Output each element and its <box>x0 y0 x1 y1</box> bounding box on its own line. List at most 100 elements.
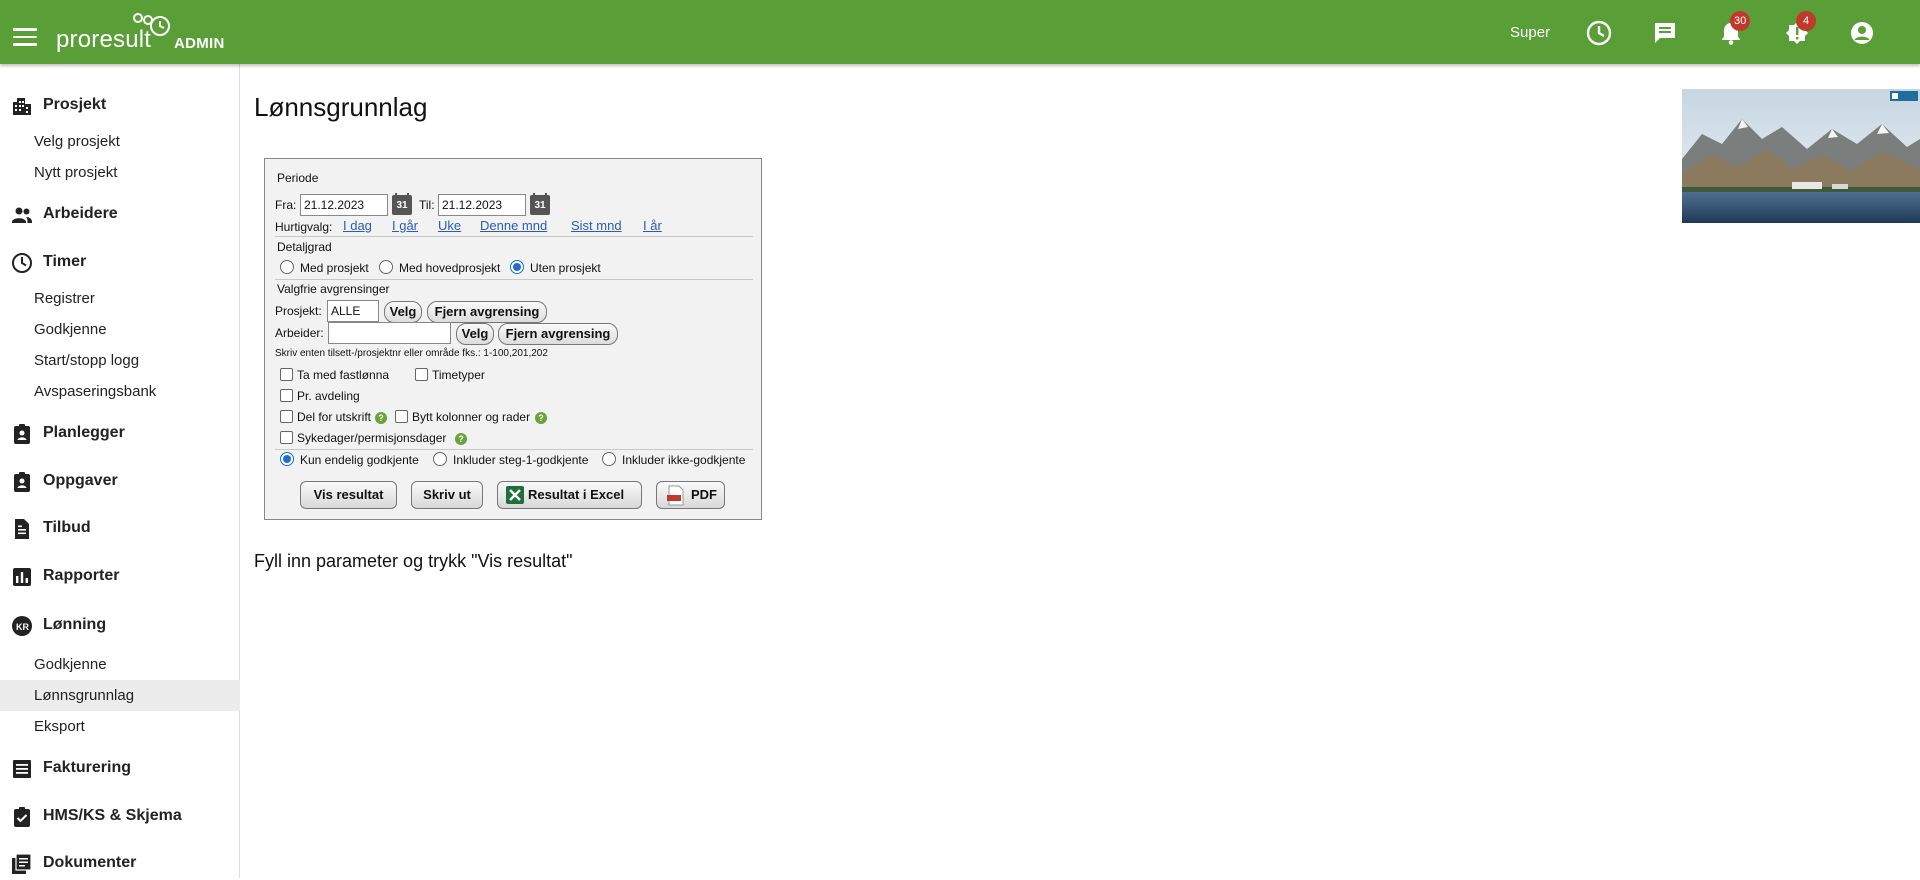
skriv-ut-button[interactable]: Skriv ut <box>411 481 483 509</box>
nav-arbeidere-label: Arbeidere <box>43 205 118 222</box>
nav-oppgaver-label: Oppgaver <box>43 472 118 489</box>
logo-circles-icon <box>133 13 170 36</box>
quick-i-gar-link[interactable]: I går <box>392 218 418 233</box>
hurtigvalg-label: Hurtigvalg: <box>275 220 333 234</box>
chk-timetyper-label: Timetyper <box>432 368 485 382</box>
brand-logo[interactable]: proresult ADMIN <box>56 13 246 54</box>
excel-button[interactable]: Resultat i Excel <box>497 481 642 509</box>
chk-sykedager[interactable] <box>280 431 293 444</box>
separator <box>275 279 753 280</box>
radio-inkluder-steg1[interactable] <box>433 452 447 466</box>
nav-registrer-label: Registrer <box>34 290 95 307</box>
help-icon[interactable]: ? <box>455 433 467 445</box>
nav-avspasering-label: Avspaseringsbank <box>34 383 157 400</box>
fra-calendar-icon[interactable]: 31 <box>392 193 412 215</box>
quick-sist-mnd-link[interactable]: Sist mnd <box>571 218 622 233</box>
excel-icon <box>506 486 524 504</box>
prosjekt-input[interactable] <box>327 300 379 322</box>
radio-kun-endelig-label: Kun endelig godkjente <box>300 453 419 467</box>
nav-tilbud[interactable]: Tilbud <box>0 509 240 545</box>
arbeider-velg-button[interactable]: Velg <box>456 323 494 345</box>
page-title: Lønnsgrunnlag <box>254 92 428 122</box>
radio-med-hovedprosjekt-label: Med hovedprosjekt <box>399 261 501 275</box>
radio-inkluder-steg1-label: Inkluder steg-1-godkjente <box>453 453 589 467</box>
radio-med-prosjekt-label: Med prosjekt <box>300 261 369 275</box>
list-icon <box>13 760 31 778</box>
nav-timer[interactable]: Timer <box>0 243 240 279</box>
bell-badge: 30 <box>1730 11 1751 31</box>
radio-uten-prosjekt[interactable] <box>510 260 524 274</box>
kr-badge-text: KR <box>16 622 29 632</box>
nav-lonning[interactable]: KR Lønning <box>0 606 240 642</box>
chk-avdeling[interactable] <box>280 389 293 402</box>
nav-oppgaver[interactable]: Oppgaver <box>0 462 240 498</box>
nav-eksport-label: Eksport <box>34 718 85 735</box>
quick-denne-mnd-link[interactable]: Denne mnd <box>480 218 547 233</box>
alert-icon[interactable]: 4 <box>1784 11 1816 46</box>
menu-icon[interactable] <box>13 28 37 46</box>
prosjekt-fjern-button[interactable]: Fjern avgrensing <box>427 301 547 323</box>
arbeider-label: Arbeider: <box>275 326 324 340</box>
quick-i-ar-link[interactable]: I år <box>643 218 662 233</box>
quick-uke-link[interactable]: Uke <box>438 218 461 233</box>
chk-fastlonna[interactable] <box>280 368 293 381</box>
help-icon[interactable]: ? <box>535 412 547 424</box>
bell-icon[interactable]: 30 <box>1718 11 1751 46</box>
help-icon[interactable]: ? <box>375 412 387 424</box>
nav-dokumenter[interactable]: Dokumenter <box>0 844 240 880</box>
nav-lonn-godkjenne[interactable]: Godkjenne <box>0 649 240 680</box>
nav-registrer[interactable]: Registrer <box>0 283 240 314</box>
excel-button-label: Resultat i Excel <box>528 487 625 502</box>
account-icon[interactable] <box>1849 20 1875 46</box>
pdf-icon <box>667 485 684 506</box>
chk-avdeling-label: Pr. avdeling <box>297 389 360 403</box>
arbeider-fjern-button[interactable]: Fjern avgrensing <box>498 323 618 345</box>
detaljgrad-heading: Detaljgrad <box>277 240 332 254</box>
clock-icon[interactable] <box>1586 20 1612 46</box>
nav-eksport[interactable]: Eksport <box>0 711 240 742</box>
nav-start-stopp[interactable]: Start/stopp logg <box>0 345 240 376</box>
nav-velg-prosjekt[interactable]: Velg prosjekt <box>0 126 240 157</box>
nav-prosjekt[interactable]: Prosjekt <box>0 86 240 122</box>
radio-med-prosjekt[interactable] <box>280 260 294 274</box>
periode-heading: Periode <box>277 171 319 185</box>
alert-badge: 4 <box>1796 11 1816 31</box>
radio-med-hovedprosjekt[interactable] <box>379 260 393 274</box>
nav-lonn-godkjenne-label: Godkjenne <box>34 656 107 673</box>
user-name[interactable]: Super <box>1510 24 1550 41</box>
nav-nytt-prosjekt[interactable]: Nytt prosjekt <box>0 157 240 188</box>
nav-hms-label: HMS/KS & Skjema <box>43 807 182 824</box>
nav-tilbud-label: Tilbud <box>43 519 91 536</box>
chk-bytt[interactable] <box>395 410 408 423</box>
fra-date-input[interactable] <box>300 194 388 216</box>
nav-planlegger[interactable]: Planlegger <box>0 414 240 450</box>
chk-timetyper[interactable] <box>415 368 428 381</box>
document-icon <box>15 519 29 539</box>
nav-godkjenne-label: Godkjenne <box>34 321 107 338</box>
pdf-button[interactable]: PDF <box>656 481 725 509</box>
radio-kun-endelig[interactable] <box>280 452 294 466</box>
chat-icon[interactable] <box>1652 20 1678 46</box>
nav-arbeidere[interactable]: Arbeidere <box>0 195 240 231</box>
checklist-icon <box>14 807 30 827</box>
radio-inkluder-ikke-label: Inkluder ikke-godkjente <box>622 453 746 467</box>
vis-resultat-button[interactable]: Vis resultat <box>300 481 397 509</box>
valgfrie-heading: Valgfrie avgrensinger <box>277 282 390 296</box>
nav-rapporter[interactable]: Rapporter <box>0 557 240 593</box>
chk-del-utskrift[interactable] <box>280 410 293 423</box>
til-date-input[interactable] <box>438 194 526 216</box>
nav-godkjenne[interactable]: Godkjenne <box>0 314 240 345</box>
nav-start-stopp-label: Start/stopp logg <box>34 352 140 369</box>
fra-label: Fra: <box>275 198 297 212</box>
til-calendar-icon[interactable]: 31 <box>530 193 550 215</box>
nav-fakturering[interactable]: Fakturering <box>0 749 240 785</box>
prosjekt-velg-button[interactable]: Velg <box>384 301 422 323</box>
radio-inkluder-ikke[interactable] <box>602 452 616 466</box>
radio-uten-prosjekt-label: Uten prosjekt <box>530 261 601 275</box>
nav-avspasering[interactable]: Avspaseringsbank <box>0 376 240 407</box>
nav-hms[interactable]: HMS/KS & Skjema <box>0 797 240 833</box>
arbeider-input[interactable] <box>328 322 451 344</box>
landscape-banner-image <box>1682 89 1920 223</box>
nav-lonnsgrunnlag[interactable]: Lønnsgrunnlag <box>0 680 240 711</box>
quick-i-dag-link[interactable]: I dag <box>343 218 372 233</box>
